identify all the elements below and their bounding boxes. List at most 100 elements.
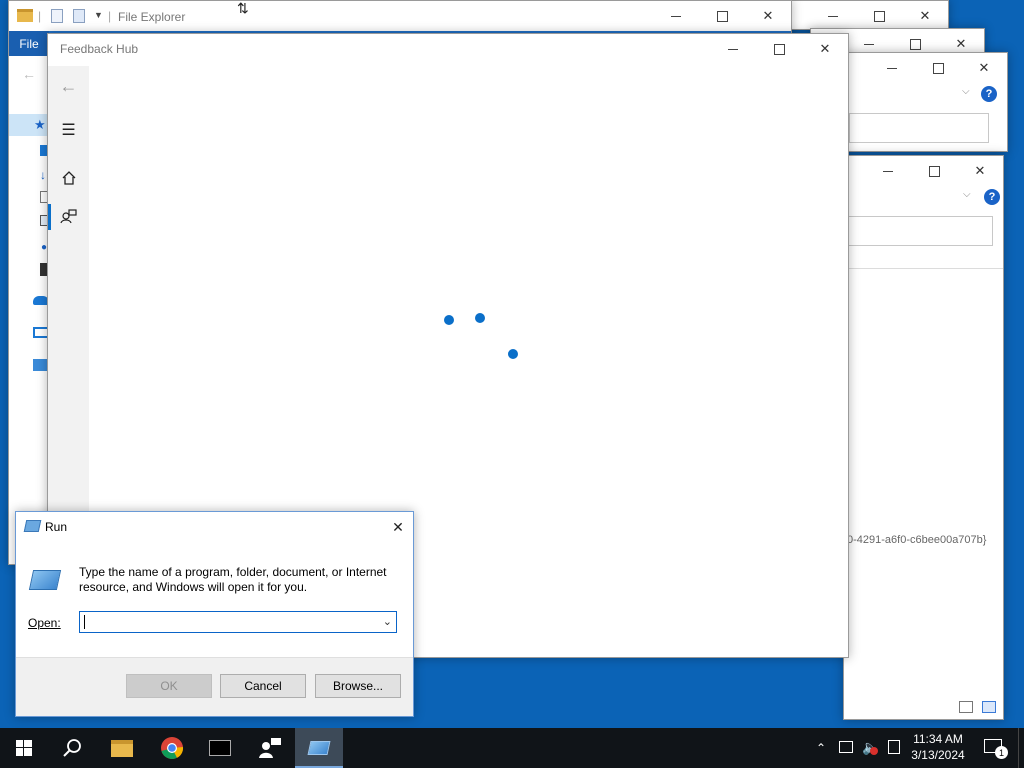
background-window-1 [785, 0, 949, 30]
downloads-icon[interactable]: ↓ [40, 168, 46, 182]
mute-badge-icon [870, 747, 878, 755]
start-button[interactable] [0, 728, 48, 768]
star-icon: ★ [34, 117, 46, 132]
feedback-icon[interactable] [48, 199, 89, 235]
cancel-button[interactable]: Cancel [220, 674, 306, 698]
network-icon[interactable] [839, 741, 853, 753]
chevron-down-icon[interactable]: ⌄ [383, 615, 392, 628]
minimize-button[interactable] [653, 1, 699, 31]
run-titlebar: Run ✕ [16, 512, 413, 542]
loading-dot [444, 315, 454, 325]
maximize-button[interactable] [915, 53, 961, 83]
active-indicator [48, 204, 51, 230]
window-title: File Explorer [118, 10, 186, 24]
maximize-button[interactable] [856, 1, 902, 29]
window-title: Feedback Hub [60, 42, 139, 56]
close-button[interactable] [957, 156, 1003, 186]
quick-access-item[interactable]: ★ [9, 114, 49, 136]
address-field[interactable] [849, 113, 989, 143]
back-arrow-icon[interactable]: ← [48, 68, 89, 104]
divider [16, 657, 413, 658]
maximize-button[interactable] [911, 156, 957, 186]
maximize-button[interactable] [699, 1, 745, 31]
text-cursor [84, 615, 85, 629]
run-large-icon [28, 570, 62, 590]
chrome-icon [161, 737, 184, 759]
loading-dot [475, 313, 485, 323]
taskbar-terminal[interactable] [196, 728, 244, 768]
address-field[interactable] [848, 216, 993, 246]
network-icon[interactable] [33, 359, 47, 371]
battery-warning-icon[interactable] [888, 740, 900, 754]
separator: | [108, 9, 112, 23]
search-button[interactable] [48, 728, 96, 768]
ok-button[interactable]: OK [126, 674, 212, 698]
notification-count: 1 [995, 746, 1008, 759]
taskbar-run[interactable] [295, 728, 343, 768]
window-controls [869, 53, 1007, 83]
window-controls [865, 156, 1003, 186]
resize-cursor-icon: ⇅ [237, 0, 249, 16]
system-tray: ⌃ [816, 728, 826, 768]
background-window-4: ⌵ ? 0-4291-a6f0-c6bee00a707b} [843, 155, 1004, 720]
taskbar: ⌃ 🔈 11:34 AM 3/13/2024 1 [0, 728, 1024, 768]
large-icons-view-icon[interactable] [982, 701, 996, 713]
close-button[interactable]: ✕ [383, 512, 413, 542]
run-icon [307, 741, 331, 755]
ribbon-file-tab[interactable]: File [9, 31, 49, 56]
minimize-button[interactable] [810, 1, 856, 29]
search-icon [63, 739, 81, 757]
show-desktop-button[interactable] [1018, 728, 1024, 768]
notification-center-button[interactable]: 1 [984, 739, 1008, 759]
terminal-icon [209, 740, 231, 756]
feedback-hub-icon [259, 738, 281, 758]
window-controls [710, 34, 848, 64]
windows-logo-icon [16, 740, 32, 756]
browse-button[interactable]: Browse... [315, 674, 401, 698]
properties-icon[interactable] [51, 9, 63, 23]
separator: | [38, 9, 42, 23]
guid-text: 0-4291-a6f0-c6bee00a707b} [847, 534, 987, 546]
loading-dot [508, 349, 518, 359]
file-explorer-titlebar: | ▼ | File Explorer [9, 1, 791, 31]
window-controls [810, 1, 948, 29]
help-icon[interactable]: ? [984, 189, 1000, 205]
taskbar-chrome[interactable] [148, 728, 196, 768]
folder-icon [111, 739, 133, 757]
run-body: Type the name of a program, folder, docu… [16, 542, 413, 657]
clock[interactable]: 11:34 AM 3/13/2024 [908, 731, 968, 763]
show-hidden-icons-icon[interactable]: ⌃ [816, 741, 826, 755]
new-folder-icon[interactable] [73, 9, 85, 23]
folder-icon [17, 9, 33, 22]
close-button[interactable] [902, 1, 948, 29]
clock-date: 3/13/2024 [911, 748, 965, 762]
close-button[interactable] [802, 34, 848, 64]
minimize-button[interactable] [710, 34, 756, 64]
help-icon[interactable]: ? [981, 86, 997, 102]
hamburger-menu-icon[interactable]: ☰ [48, 112, 89, 148]
run-dialog: Run ✕ Type the name of a program, folder… [15, 511, 414, 717]
home-icon[interactable] [48, 160, 89, 196]
back-icon[interactable]: ← [22, 66, 36, 82]
dialog-title: Run [45, 520, 68, 534]
run-description: Type the name of a program, folder, docu… [79, 565, 387, 594]
details-view-icon[interactable] [959, 701, 973, 713]
run-app-icon [23, 520, 42, 532]
window-controls [653, 1, 791, 31]
maximize-button[interactable] [756, 34, 802, 64]
minimize-button[interactable] [865, 156, 911, 186]
close-button[interactable] [961, 53, 1007, 83]
close-button[interactable] [745, 1, 791, 31]
chevron-down-icon[interactable]: ⌵ [963, 189, 971, 200]
background-window-3: ⌵ ? [830, 52, 1008, 152]
chevron-down-icon[interactable]: ⌵ [962, 86, 970, 97]
open-combobox[interactable]: ⌄ [79, 611, 397, 633]
divider [844, 268, 1003, 269]
open-label: Open: [28, 616, 61, 630]
navigation-pane: ← ★ ↓ ● [9, 56, 49, 564]
minimize-button[interactable] [869, 53, 915, 83]
customize-quick-access-icon[interactable]: ▼ [94, 10, 103, 20]
taskbar-file-explorer[interactable] [98, 728, 146, 768]
taskbar-feedback-hub[interactable] [246, 728, 294, 768]
clock-time: 11:34 AM [913, 732, 963, 746]
